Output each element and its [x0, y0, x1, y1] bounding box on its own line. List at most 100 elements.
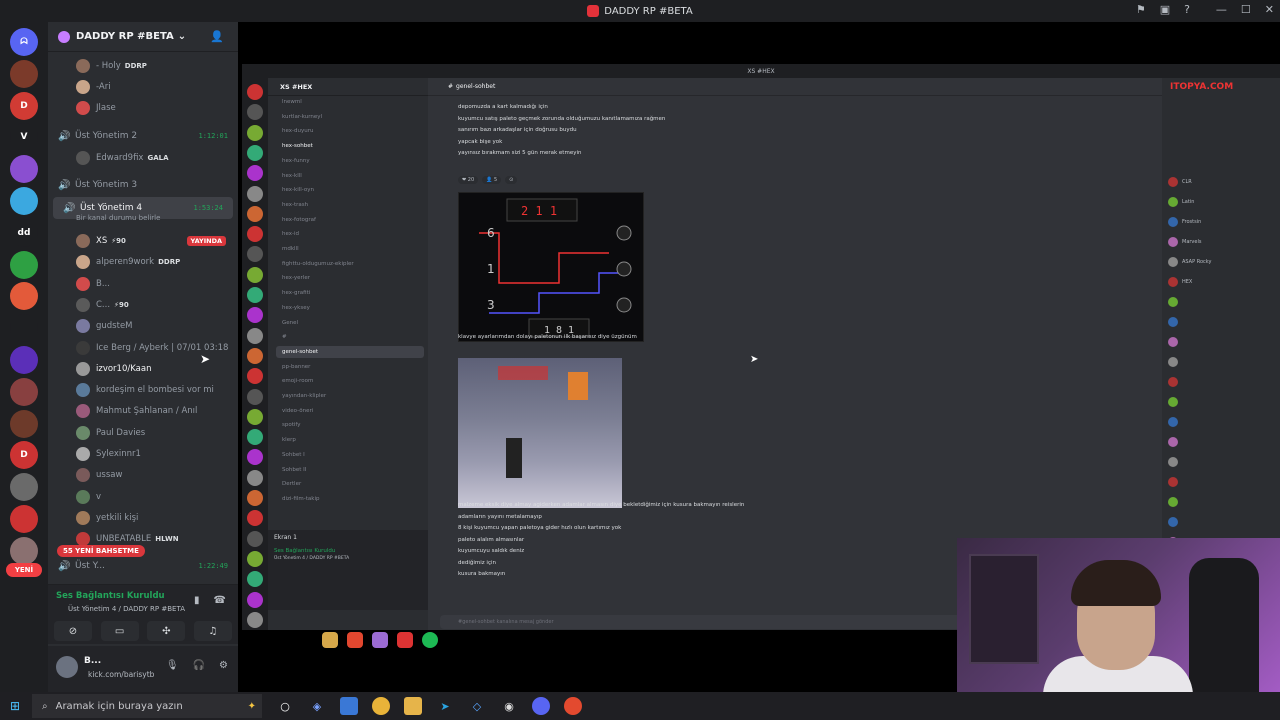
voice-member[interactable]: C... ⚡90 — [48, 295, 238, 315]
activities-button[interactable]: ✣ — [147, 621, 186, 641]
server-icon[interactable] — [10, 250, 38, 279]
stream-channel: lnewml — [282, 99, 302, 105]
vscode-icon[interactable]: ◇ — [468, 697, 486, 715]
voice-member[interactable]: Jlase — [48, 98, 238, 118]
reaction[interactable]: 👤 5 — [482, 176, 502, 184]
headphones-icon[interactable]: 🎧 — [193, 660, 205, 671]
add-member-icon[interactable]: 👤 — [210, 30, 224, 43]
server-icon[interactable]: dd — [10, 218, 38, 247]
flag-icon[interactable]: ⚑ — [1136, 3, 1146, 16]
voice-channel[interactable]: 🔊 Üst Y... 1:22:49 — [48, 555, 238, 577]
server-icon[interactable] — [10, 505, 38, 533]
server-icon[interactable] — [10, 282, 38, 311]
voice-member[interactable]: alperen9work DDRP — [48, 252, 238, 272]
server-icon[interactable]: D — [10, 91, 38, 120]
voice-member[interactable]: kordeşim el bombesi vor mi — [48, 380, 238, 400]
stream-server-icon — [247, 469, 263, 486]
stream-member — [1168, 414, 1276, 430]
server-icon[interactable] — [10, 59, 38, 88]
voice-member[interactable]: -Ari — [48, 77, 238, 97]
voice-member[interactable]: v — [48, 487, 238, 507]
avatar — [76, 340, 90, 355]
soundboard-button[interactable]: ♫ — [193, 621, 232, 641]
minimize-icon[interactable]: — — [1216, 3, 1227, 16]
voice-member[interactable]: yetkili kişi — [48, 508, 238, 528]
chrome-icon[interactable] — [372, 697, 390, 715]
new-mentions-badge[interactable]: 55 YENİ BAHSETME — [57, 545, 145, 557]
member-name: Jlase — [96, 103, 116, 113]
calculator-icon[interactable] — [340, 697, 358, 715]
voice-channel[interactable]: 🔊 Üst Yönetim 3 — [48, 174, 238, 196]
avatar — [1168, 377, 1178, 387]
stream-channel: hex-fotograf — [282, 216, 316, 223]
new-pill[interactable]: YENİ — [6, 563, 42, 577]
cortana-icon[interactable]: ○ — [276, 697, 294, 715]
avatar — [76, 297, 90, 312]
avatar[interactable] — [56, 656, 78, 678]
server-icon[interactable] — [10, 187, 38, 215]
stream-server-icon — [247, 510, 263, 527]
discord-icon[interactable] — [372, 632, 388, 648]
folder-icon[interactable] — [322, 632, 338, 648]
stream-server-icon — [247, 591, 263, 608]
server-icon[interactable] — [10, 377, 38, 406]
sparkle-icon: ✦ — [247, 700, 256, 712]
voice-member[interactable]: B... — [48, 274, 238, 294]
chair — [1189, 558, 1259, 692]
windows-start-icon[interactable]: ⊞ — [0, 699, 30, 713]
voice-member[interactable]: Sylexinnr1 — [48, 444, 238, 464]
signal-icon[interactable]: ▮ — [194, 595, 200, 606]
voice-member[interactable]: gudsteM — [48, 316, 238, 336]
video-thumbnail[interactable] — [458, 358, 622, 508]
voice-sub[interactable]: Üst Yönetim 4 / DADDY RP #BETA — [68, 605, 185, 613]
server-icon[interactable] — [10, 346, 38, 374]
server-icon[interactable] — [10, 536, 38, 565]
guild-header[interactable]: DADDY RP #BETA ⌄ 👤 — [48, 22, 238, 52]
channel-status[interactable]: Bir kanal durumu belirle — [48, 212, 238, 224]
reaction[interactable]: ❤ 20 — [458, 176, 479, 184]
server-icon[interactable] — [10, 155, 38, 184]
avatar — [1168, 517, 1178, 527]
maximize-icon[interactable]: ☐ — [1241, 3, 1251, 16]
stream-server-icon — [247, 144, 263, 161]
spotify-icon[interactable] — [422, 632, 438, 648]
taskview-icon[interactable]: ◈ — [308, 697, 326, 715]
chrome-alt-icon[interactable] — [564, 697, 582, 715]
server-icon[interactable] — [10, 314, 38, 343]
server-icon[interactable] — [10, 473, 38, 502]
voice-channel[interactable]: 🔊 Üst Yönetim 2 1:12:01 — [48, 125, 238, 147]
voice-member[interactable]: - Holy DDRP — [48, 56, 238, 76]
server-icon[interactable]: V — [10, 123, 38, 152]
discord-taskbar-icon[interactable] — [532, 697, 550, 715]
explorer-icon[interactable] — [404, 697, 422, 715]
speaker-icon: 🔊 — [58, 130, 71, 142]
mic-icon[interactable]: 🎙 — [166, 660, 179, 671]
avatar — [1168, 457, 1178, 467]
disconnect-icon[interactable]: ☎ — [214, 595, 226, 606]
taskbar-search[interactable]: ⌕ Aramak için buraya yazın ✦ — [32, 694, 262, 718]
stream-voice-sub: Üst Yönetim 4 / DADDY RP #BETA — [274, 556, 350, 561]
stream-channel: hex-yksey — [282, 304, 310, 311]
help-icon[interactable]: ? — [1184, 3, 1190, 16]
telegram-icon[interactable]: ➤ — [436, 697, 454, 715]
brave-icon[interactable] — [347, 632, 363, 648]
close-icon[interactable]: ✕ — [1265, 3, 1274, 16]
voice-member[interactable]: ussaw — [48, 465, 238, 485]
settings-icon[interactable]: ⚙ — [219, 660, 228, 671]
server-icon[interactable]: D — [10, 441, 38, 470]
voice-channel-name: Üst Yönetim 2 — [75, 131, 138, 141]
member-tag: HLWN — [155, 535, 179, 544]
camera-button[interactable]: ⊘ — [54, 621, 92, 641]
voice-member[interactable]: Mahmut Şahlanan / Anıl — [48, 401, 238, 421]
server-icon[interactable]: ᗣ — [10, 28, 38, 56]
avatar — [76, 319, 90, 334]
voice-member[interactable]: Paul Davies — [48, 423, 238, 443]
obs-icon[interactable]: ◉ — [500, 697, 518, 715]
inbox-icon[interactable]: ▣ — [1160, 3, 1170, 16]
app-icon[interactable] — [397, 632, 413, 648]
reaction[interactable]: ⊙ — [505, 176, 518, 184]
screen-share-button[interactable]: ▭ — [100, 621, 139, 641]
voice-member[interactable]: XS ⚡90 YAYINDA — [48, 231, 238, 251]
server-icon[interactable] — [10, 409, 38, 438]
voice-member[interactable]: Edward9fix GALA — [48, 148, 238, 168]
